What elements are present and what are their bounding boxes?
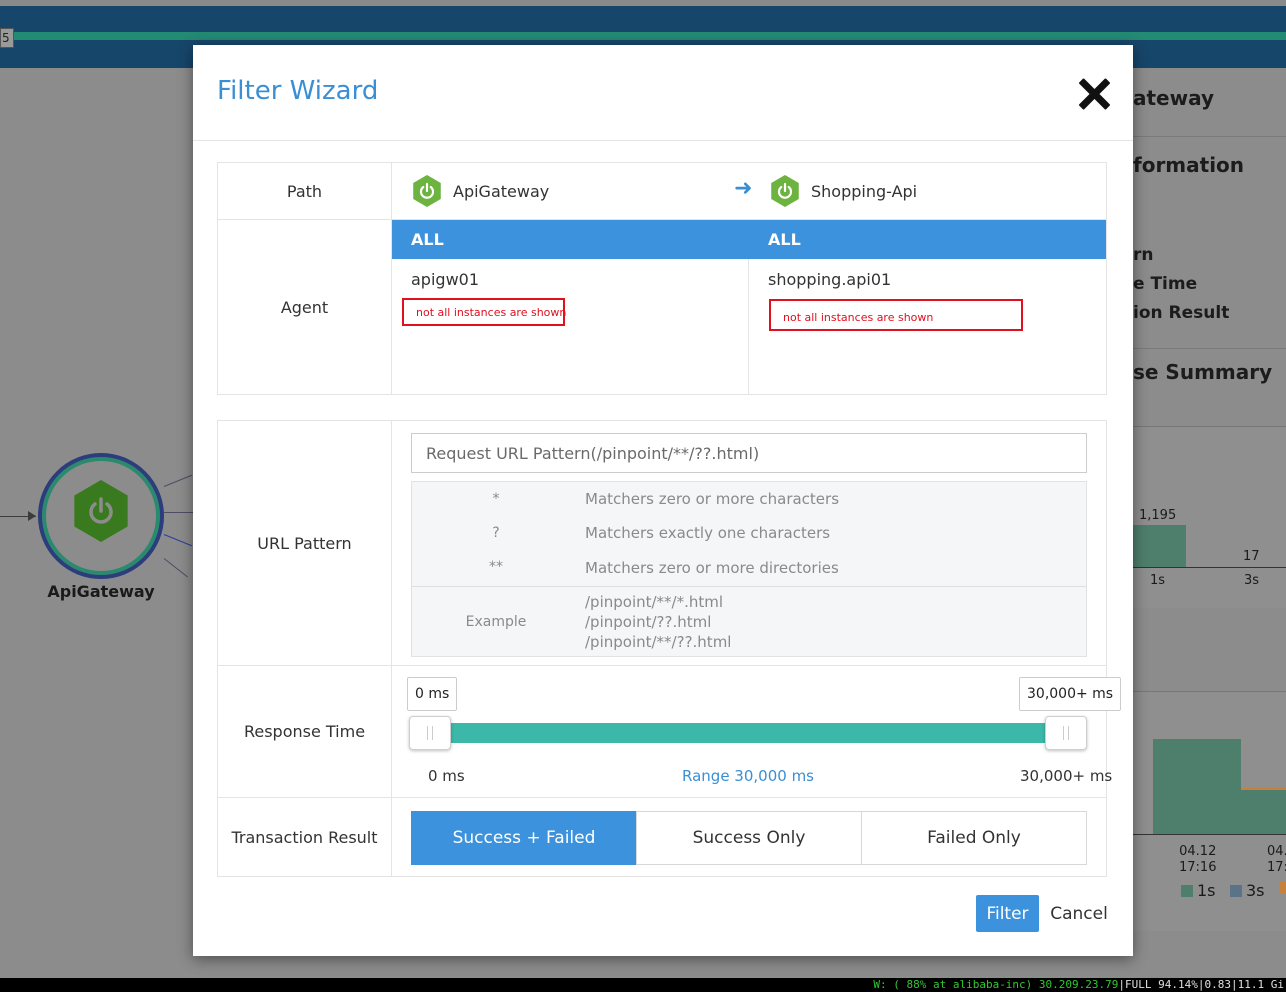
path-from-name: ApiGateway (453, 181, 550, 201)
chart-tick-label: 1s (1150, 573, 1166, 588)
node-label: ApiGateway (47, 582, 155, 601)
incoming-edge-arrow-icon (28, 511, 36, 521)
status-wifi: W: ( 88% at alibaba-inc) 30.209.23.79 (873, 978, 1119, 991)
failed-only-button[interactable]: Failed Only (861, 811, 1087, 865)
help-symbol: ** (489, 559, 503, 575)
example-pattern: /pinpoint/**/*.html (585, 593, 724, 611)
panel-title: ateway (1133, 86, 1215, 110)
info-item: rn (1133, 245, 1154, 265)
success-and-failed-button[interactable]: Success + Failed (411, 811, 637, 865)
legend-item (1279, 881, 1286, 893)
chart-tick-label: 04. 17: (1267, 844, 1286, 875)
slider-max-bubble: 30,000+ ms (1019, 677, 1122, 711)
chart-axis (1133, 567, 1286, 568)
success-only-button[interactable]: Success Only (636, 811, 862, 865)
agent-from-warning: not all instances are shown (402, 298, 566, 326)
help-description: Matchers exactly one characters (585, 524, 831, 542)
slider-min-label: 0 ms (428, 767, 465, 785)
path-from-app: ApiGateway (411, 175, 549, 207)
help-description: Matchers zero or more directories (585, 559, 839, 577)
agent-to-select[interactable]: ALL (749, 220, 1106, 259)
load-chart: 04.12 17:16 04. 17: 1s 3s (1133, 691, 1286, 931)
spring-boot-icon (413, 175, 441, 207)
filter-wizard-dialog: Filter Wizard Path Agent ApiGateway ➜ Sh… (193, 45, 1133, 956)
section-information: formation (1133, 153, 1245, 177)
chart-bar-line (1241, 787, 1286, 790)
path-to-name: Shopping-Api (811, 181, 918, 201)
filter-button[interactable]: Filter (976, 895, 1039, 932)
divider (1133, 136, 1286, 137)
url-pattern-input[interactable] (411, 433, 1087, 473)
agent-from-item[interactable]: apigw01 (411, 270, 479, 289)
right-info-panel: ateway formation rn e Time ion Result se… (1133, 68, 1286, 978)
url-pattern-help: * Matchers zero or more characters ? Mat… (411, 481, 1087, 657)
dialog-title: Filter Wizard (217, 76, 379, 106)
arrow-right-icon: ➜ (734, 176, 753, 201)
response-time-slider[interactable] (409, 716, 1087, 750)
chart-axis (1133, 834, 1286, 835)
close-icon[interactable] (1077, 77, 1111, 111)
chart-tick-label: 3s (1244, 573, 1260, 588)
agent-from-select[interactable]: ALL (392, 220, 749, 259)
divider (412, 586, 1086, 587)
status-bar: W: ( 88% at alibaba-inc) 30.209.23.79|FU… (0, 978, 1286, 992)
slider-min-bubble: 0 ms (407, 677, 458, 711)
path-agent-table: Path Agent ApiGateway ➜ Shopping-Api ALL… (217, 162, 1107, 395)
status-memory: 11.1 Gi (1237, 978, 1284, 991)
cancel-button[interactable]: Cancel (1047, 895, 1111, 932)
chart-bar (1153, 739, 1241, 834)
example-pattern: /pinpoint/??.html (585, 613, 712, 631)
status-load: 0.83 (1204, 978, 1232, 991)
legend-item: 1s (1181, 881, 1216, 900)
chart-bar (1133, 525, 1186, 567)
legend-item: 3s (1230, 881, 1265, 900)
header-progress-stripe (14, 32, 1286, 40)
response-time-slider-area: 0 ms 30,000+ ms 0 ms Range 30,000 ms 30,… (218, 666, 1122, 797)
path-to-app: Shopping-Api (769, 175, 917, 207)
url-pattern-label: URL Pattern (218, 421, 392, 665)
tab-stub: 5 (0, 28, 14, 48)
example-pattern: /pinpoint/**/??.html (585, 633, 732, 651)
agent-to-item[interactable]: shopping.api01 (768, 270, 891, 289)
status-battery: FULL 94.14% (1125, 978, 1198, 991)
agent-to-warning: not all instances are shown (769, 299, 1023, 331)
response-summary-chart: 1,195 17 1s 3s (1133, 426, 1286, 608)
slider-max-label: 30,000+ ms (1020, 767, 1113, 785)
section-summary: se Summary (1133, 360, 1273, 384)
slider-max-handle[interactable] (1045, 716, 1087, 750)
example-label: Example (465, 614, 527, 630)
path-label: Path (218, 163, 392, 219)
help-symbol: ? (492, 525, 500, 541)
help-symbol: * (492, 491, 500, 507)
transaction-result-group: Success + Failed Success Only Failed Onl… (218, 798, 1106, 876)
help-description: Matchers zero or more characters (585, 490, 840, 508)
agent-label: Agent (218, 220, 392, 394)
outgoing-edge (164, 512, 194, 513)
divider (1133, 348, 1286, 349)
chart-value-label: 17 (1243, 549, 1260, 564)
chart-value-label: 1,195 (1139, 508, 1177, 523)
slider-range-label: Range 30,000 ms (682, 767, 814, 785)
info-item: e Time (1133, 274, 1198, 294)
slider-min-handle[interactable] (409, 716, 451, 750)
dialog-header: Filter Wizard (193, 45, 1133, 141)
chart-bar (1241, 789, 1286, 834)
filter-options-table: URL Pattern Response Time Transaction Re… (217, 420, 1122, 877)
chart-tick-label: 04.12 17:16 (1179, 844, 1217, 875)
spring-boot-icon (771, 175, 799, 207)
info-item: ion Result (1133, 303, 1230, 323)
slider-range-fill (432, 723, 1066, 743)
